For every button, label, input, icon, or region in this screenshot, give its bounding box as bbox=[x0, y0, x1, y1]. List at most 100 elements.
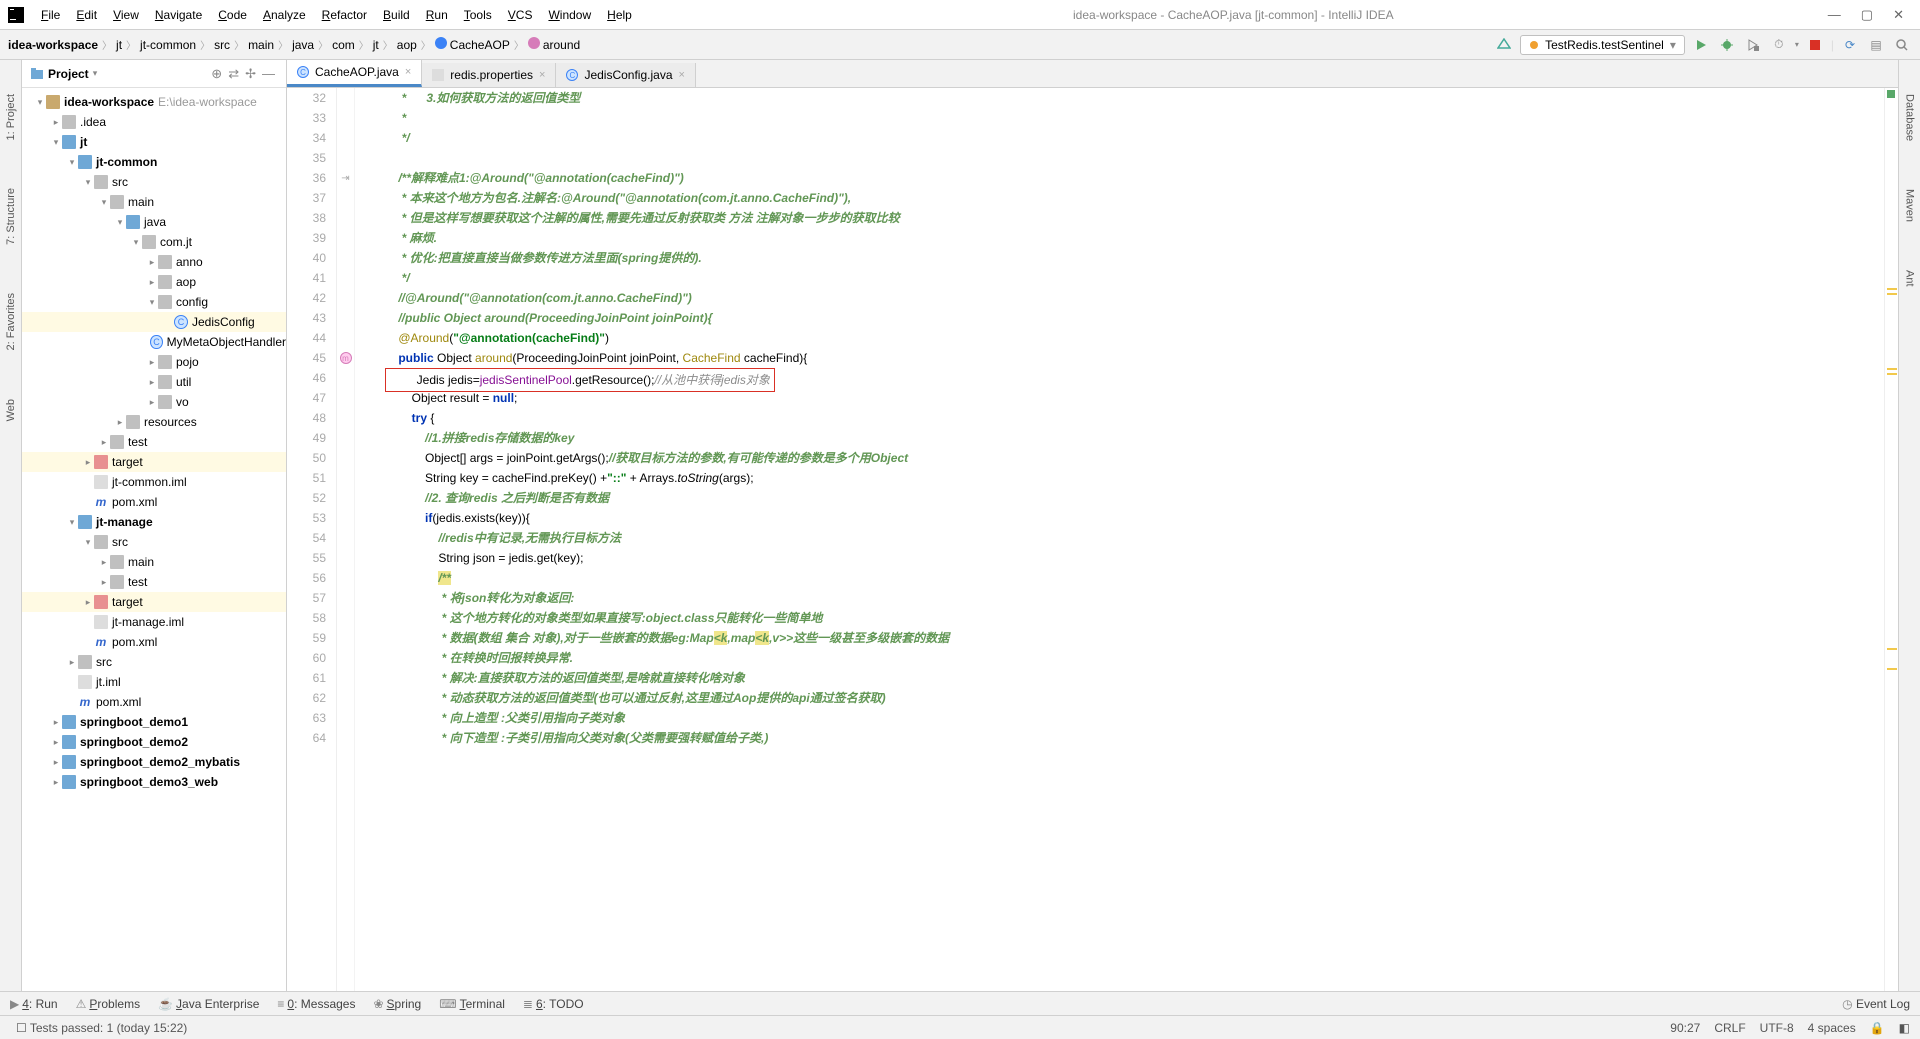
run-button[interactable] bbox=[1691, 35, 1711, 55]
tree-item[interactable]: CMyMetaObjectHandler bbox=[22, 332, 286, 352]
locate-icon[interactable]: ⊕ bbox=[211, 66, 222, 82]
tree-item[interactable]: ▸main bbox=[22, 552, 286, 572]
tool-spring[interactable]: ❀Spring bbox=[373, 997, 421, 1011]
tree-item[interactable]: ▸vo bbox=[22, 392, 286, 412]
project-tree[interactable]: ▾idea-workspaceE:\idea-workspace▸.idea▾j… bbox=[22, 88, 286, 991]
tree-item[interactable]: ▾jt-common bbox=[22, 152, 286, 172]
tree-item[interactable]: ▾java bbox=[22, 212, 286, 232]
caret-position[interactable]: 90:27 bbox=[1670, 1021, 1700, 1035]
breadcrumb-item[interactable]: aop bbox=[397, 38, 417, 52]
profile-dropdown[interactable]: ▾ bbox=[1795, 40, 1799, 49]
tree-item[interactable]: ▾src bbox=[22, 172, 286, 192]
rail-maven[interactable]: Maven bbox=[1904, 185, 1916, 226]
menu-run[interactable]: Run bbox=[419, 5, 455, 25]
code-content[interactable]: * 3.如何获取方法的返回值类型 * */ /**解释难点1:@Around("… bbox=[355, 88, 1884, 991]
menu-window[interactable]: Window bbox=[541, 5, 598, 25]
tree-item[interactable]: mpom.xml bbox=[22, 492, 286, 512]
menu-edit[interactable]: Edit bbox=[69, 5, 104, 25]
tree-item[interactable]: ▾config bbox=[22, 292, 286, 312]
editor-tab[interactable]: CJedisConfig.java× bbox=[556, 63, 696, 87]
breadcrumb-item[interactable]: jt-common bbox=[140, 38, 196, 52]
error-stripe[interactable] bbox=[1884, 88, 1898, 991]
tree-item[interactable]: ▸springboot_demo3_web bbox=[22, 772, 286, 792]
rail-project[interactable]: 1: Project bbox=[5, 90, 17, 144]
tool-todo[interactable]: ≣6: TODO bbox=[523, 997, 584, 1011]
close-tab-icon[interactable]: × bbox=[539, 69, 545, 81]
tree-item[interactable]: ▸.idea bbox=[22, 112, 286, 132]
close-tab-icon[interactable]: × bbox=[405, 66, 411, 78]
tree-item[interactable]: ▸springboot_demo2 bbox=[22, 732, 286, 752]
tree-item[interactable]: mpom.xml bbox=[22, 692, 286, 712]
close-button[interactable]: ✕ bbox=[1893, 7, 1904, 23]
hide-icon[interactable]: — bbox=[262, 66, 275, 81]
menu-vcs[interactable]: VCS bbox=[501, 5, 540, 25]
tool-javaenterprise[interactable]: ☕Java Enterprise bbox=[158, 997, 259, 1011]
tree-item[interactable]: jt-manage.iml bbox=[22, 612, 286, 632]
rail-database[interactable]: Database bbox=[1904, 90, 1916, 145]
breadcrumb-item[interactable]: idea-workspace bbox=[8, 38, 98, 52]
search-button[interactable] bbox=[1892, 35, 1912, 55]
line-ending[interactable]: CRLF bbox=[1714, 1021, 1745, 1035]
editor-tab[interactable]: CCacheAOP.java× bbox=[287, 60, 422, 87]
menu-navigate[interactable]: Navigate bbox=[148, 5, 209, 25]
rail-structure[interactable]: 7: Structure bbox=[5, 184, 17, 249]
debug-button[interactable] bbox=[1717, 35, 1737, 55]
breadcrumb-item[interactable]: com bbox=[332, 38, 355, 52]
readonly-lock-icon[interactable]: 🔒 bbox=[1870, 1021, 1885, 1035]
tree-item[interactable]: ▸anno bbox=[22, 252, 286, 272]
menu-file[interactable]: File bbox=[34, 5, 67, 25]
memory-indicator-icon[interactable]: ◧ bbox=[1899, 1021, 1910, 1035]
tree-item[interactable]: ▸src bbox=[22, 652, 286, 672]
tree-item[interactable]: ▾main bbox=[22, 192, 286, 212]
event-log[interactable]: ◷ Event Log bbox=[1842, 997, 1910, 1011]
tree-item[interactable]: jt-common.iml bbox=[22, 472, 286, 492]
close-tab-icon[interactable]: × bbox=[679, 69, 685, 81]
tree-item[interactable]: mpom.xml bbox=[22, 632, 286, 652]
breadcrumb[interactable]: idea-workspace〉jt〉jt-common〉src〉main〉jav… bbox=[8, 37, 580, 52]
tool-terminal[interactable]: ⌨Terminal bbox=[439, 997, 505, 1011]
breadcrumb-item[interactable]: around bbox=[528, 37, 580, 52]
code-editor[interactable]: 3233343536373839404142434445464748495051… bbox=[287, 88, 1898, 991]
tree-item[interactable]: ▾src bbox=[22, 532, 286, 552]
run-config-selector[interactable]: TestRedis.testSentinel ▾ bbox=[1520, 35, 1685, 55]
maximize-button[interactable]: ▢ bbox=[1861, 7, 1873, 23]
breadcrumb-item[interactable]: src bbox=[214, 38, 230, 52]
menu-tools[interactable]: Tools bbox=[457, 5, 499, 25]
tree-item[interactable]: ▸aop bbox=[22, 272, 286, 292]
tree-item[interactable]: ▸springboot_demo1 bbox=[22, 712, 286, 732]
stop-button[interactable] bbox=[1805, 35, 1825, 55]
breadcrumb-item[interactable]: java bbox=[292, 38, 314, 52]
tree-item[interactable]: ▸util bbox=[22, 372, 286, 392]
breadcrumb-item[interactable]: main bbox=[248, 38, 274, 52]
tree-item[interactable]: ▸target bbox=[22, 452, 286, 472]
structure-popup-button[interactable]: ▤ bbox=[1866, 35, 1886, 55]
build-icon[interactable] bbox=[1494, 35, 1514, 55]
update-button[interactable]: ⟳ bbox=[1840, 35, 1860, 55]
rail-favorites[interactable]: 2: Favorites bbox=[5, 289, 17, 354]
tree-item[interactable]: ▾com.jt bbox=[22, 232, 286, 252]
settings-icon[interactable]: ✢ bbox=[245, 66, 256, 82]
menu-code[interactable]: Code bbox=[211, 5, 254, 25]
tree-item[interactable]: ▸target bbox=[22, 592, 286, 612]
indent[interactable]: 4 spaces bbox=[1808, 1021, 1856, 1035]
coverage-button[interactable] bbox=[1743, 35, 1763, 55]
tool-problems[interactable]: ⚠Problems bbox=[76, 997, 140, 1011]
encoding[interactable]: UTF-8 bbox=[1760, 1021, 1794, 1035]
tree-item[interactable]: ▸pojo bbox=[22, 352, 286, 372]
tree-item[interactable]: ▾idea-workspaceE:\idea-workspace bbox=[22, 92, 286, 112]
chevron-down-icon[interactable]: ▾ bbox=[93, 68, 98, 79]
tree-item[interactable]: ▾jt bbox=[22, 132, 286, 152]
editor-tab[interactable]: redis.properties× bbox=[422, 63, 556, 87]
tree-item[interactable]: ▾jt-manage bbox=[22, 512, 286, 532]
profile-button[interactable]: ⏱ bbox=[1769, 35, 1789, 55]
menu-refactor[interactable]: Refactor bbox=[315, 5, 374, 25]
tool-run[interactable]: ▶4: Run bbox=[10, 997, 58, 1011]
breadcrumb-item[interactable]: jt bbox=[373, 38, 379, 52]
menu-build[interactable]: Build bbox=[376, 5, 417, 25]
menu-analyze[interactable]: Analyze bbox=[256, 5, 313, 25]
tool-messages[interactable]: ≡0: Messages bbox=[277, 997, 355, 1011]
menu-help[interactable]: Help bbox=[600, 5, 639, 25]
tree-item[interactable]: ▸test bbox=[22, 572, 286, 592]
rail-ant[interactable]: Ant bbox=[1904, 266, 1916, 291]
rail-web[interactable]: Web bbox=[5, 395, 17, 425]
